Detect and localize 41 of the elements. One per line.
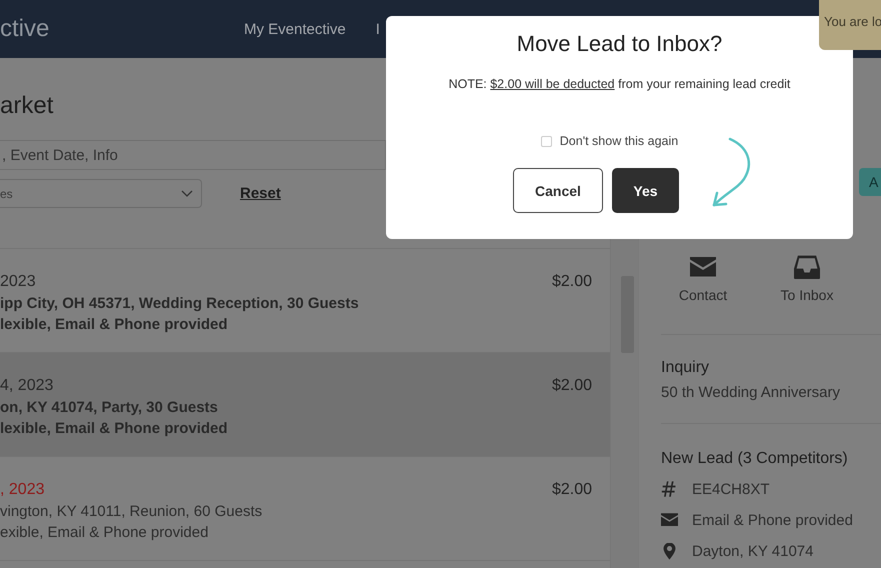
action-button[interactable]: To Inbox [772, 248, 842, 334]
page-title: arket [0, 92, 54, 121]
action-button[interactable]: Contact [668, 248, 738, 334]
checkbox[interactable] [540, 136, 552, 146]
section-heading: New Lead (3 Competitors) [661, 450, 849, 468]
location-pin-icon [661, 542, 678, 560]
lead-date: , 2023 [0, 481, 46, 499]
section-heading: Inquiry [661, 359, 710, 377]
cancel-button[interactable]: Cancel [513, 168, 603, 213]
lead-details: lexible, Email & Phone provided [0, 420, 228, 437]
detail-text: EE4CH8XT [692, 480, 770, 498]
deduction-link[interactable]: $2.00 will be deducted [490, 77, 615, 91]
lead-row[interactable]: 4, 2023 on, KY 41074, Party, 30 Guests lexible, Email & Phone provided $2.00 [0, 353, 610, 457]
inbox-icon [794, 255, 820, 281]
lead-date: 4, 2023 [0, 377, 54, 395]
inquiry-text: 50 th Wedding Anniversary [661, 384, 841, 403]
lead-price: $2.00 [552, 481, 592, 500]
lead-location: on, KY 41074, Party, 30 Guests [0, 399, 219, 416]
lead-details: lexible, Email & Phone provided [0, 316, 229, 333]
detail-text: Dayton, KY 41074 [692, 542, 814, 560]
checkbox-label: Don't show this again [560, 134, 678, 148]
search-field[interactable]: , Event Date, Info [0, 140, 386, 170]
detail-text: Email & Phone provided [692, 512, 853, 528]
lead-location: vington, KY 41011, Reunion, 60 Guests [0, 503, 262, 520]
confirm-button[interactable]: Yes [612, 168, 679, 213]
lead-date: 2023 [0, 273, 37, 291]
chevron-down-icon [181, 190, 193, 198]
nav-link[interactable]: I [376, 20, 380, 38]
lead-details: exible, Email & Phone provided [0, 524, 210, 541]
lead-price: $2.00 [552, 377, 592, 396]
reset-link[interactable]: Reset [240, 185, 281, 202]
logo[interactable]: ctive [0, 15, 228, 43]
filter-dropdown[interactable]: es [0, 179, 202, 208]
dialog-title: Move Lead to Inbox? [516, 31, 722, 57]
action-button[interactable]: A [859, 168, 881, 196]
nav-link[interactable]: My Eventective [244, 20, 346, 38]
lead-location: ipp City, OH 45371, Wedding Reception, 30 Guests [0, 295, 359, 312]
envelope-icon [661, 512, 678, 528]
note-text: NOTE: $2.00 will be deducted from your remaining lead credit [448, 77, 790, 91]
lead-price: $2.00 [552, 273, 592, 292]
hash-icon [661, 480, 678, 498]
